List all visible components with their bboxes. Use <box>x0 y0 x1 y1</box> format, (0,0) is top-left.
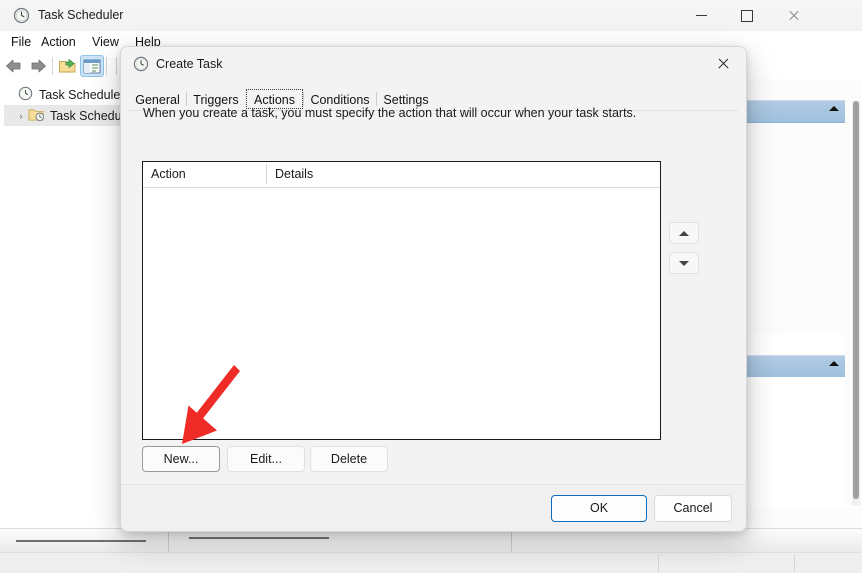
arrow-right-icon <box>31 59 46 73</box>
minimize-button[interactable] <box>678 0 724 31</box>
actions-pane-scrollbar[interactable] <box>852 101 860 505</box>
actions-pane-group-header-2[interactable] <box>745 355 845 378</box>
statusbar-divider-1 <box>658 555 659 572</box>
move-up-button[interactable] <box>669 222 699 244</box>
main-titlebar: Task Scheduler <box>0 0 862 32</box>
actions-pane-group-header-1[interactable] <box>745 100 845 123</box>
maximize-icon <box>741 9 753 22</box>
open-folder-button[interactable] <box>56 55 80 77</box>
close-button[interactable] <box>770 0 816 31</box>
actions-pane-group-body-2 <box>745 377 845 507</box>
ok-button[interactable]: OK <box>551 495 647 522</box>
menu-action[interactable]: Action <box>36 33 81 51</box>
forward-button[interactable] <box>26 55 50 77</box>
statusbar <box>0 552 862 573</box>
console-tree-icon <box>83 59 101 73</box>
menu-file[interactable]: File <box>6 33 36 51</box>
splitter-grip <box>16 540 146 542</box>
toolbar-separator-1 <box>52 57 53 75</box>
screen: Task Scheduler File Action View Help Tas… <box>0 0 862 573</box>
edit-action-button[interactable]: Edit... <box>227 446 305 472</box>
arrow-left-icon <box>6 59 21 73</box>
back-button[interactable] <box>2 55 26 77</box>
delete-action-button[interactable]: Delete <box>310 446 388 472</box>
column-header-details[interactable]: Details <box>267 162 660 186</box>
show-hide-console-tree-button[interactable] <box>80 55 104 77</box>
actions-pane-item-1[interactable] <box>745 334 845 357</box>
clock-icon <box>18 86 35 104</box>
splitter-segment-left[interactable] <box>0 529 169 552</box>
triangle-down-icon <box>679 260 689 266</box>
menu-view[interactable]: View <box>87 33 124 51</box>
toolbar-separator-3 <box>116 57 117 75</box>
tree-item-task-scheduler-local[interactable]: Task Scheduler (L <box>4 84 139 105</box>
maximize-button[interactable] <box>724 0 770 31</box>
close-icon <box>788 10 799 21</box>
chevron-up-icon <box>829 361 839 366</box>
dialog-titlebar: Create Task <box>121 47 746 81</box>
cancel-button[interactable]: Cancel <box>654 495 732 522</box>
chevron-up-icon <box>829 106 839 111</box>
actions-listview[interactable]: Action Details <box>142 161 661 440</box>
statusbar-divider-2 <box>794 555 795 572</box>
dialog-close-button[interactable] <box>701 47 746 80</box>
folder-open-icon <box>59 58 76 72</box>
main-window-title: Task Scheduler <box>38 8 124 22</box>
triangle-up-icon <box>679 230 689 236</box>
actions-description: When you create a task, you must specify… <box>143 106 637 120</box>
splitter-grip <box>189 537 329 539</box>
move-down-button[interactable] <box>669 252 699 274</box>
clock-icon <box>13 7 30 24</box>
dialog-footer: OK Cancel <box>121 484 746 531</box>
clock-icon <box>133 56 149 72</box>
actions-pane <box>744 79 862 528</box>
listview-header: Action Details <box>143 162 660 188</box>
folder-clock-icon <box>28 107 47 125</box>
tree-chevron-icon[interactable]: › <box>14 111 28 121</box>
close-icon <box>718 58 730 70</box>
scrollbar-thumb[interactable] <box>853 101 859 499</box>
splitter-segment-right <box>512 529 862 552</box>
column-header-action[interactable]: Action <box>143 162 266 186</box>
create-task-dialog: Create Task General Triggers Actions Con… <box>120 46 747 532</box>
toolbar-separator-2 <box>106 57 107 75</box>
dialog-title: Create Task <box>156 57 223 71</box>
splitter-segment-center[interactable] <box>169 529 512 552</box>
new-action-button[interactable]: New... <box>142 446 220 472</box>
minimize-icon <box>695 15 707 16</box>
